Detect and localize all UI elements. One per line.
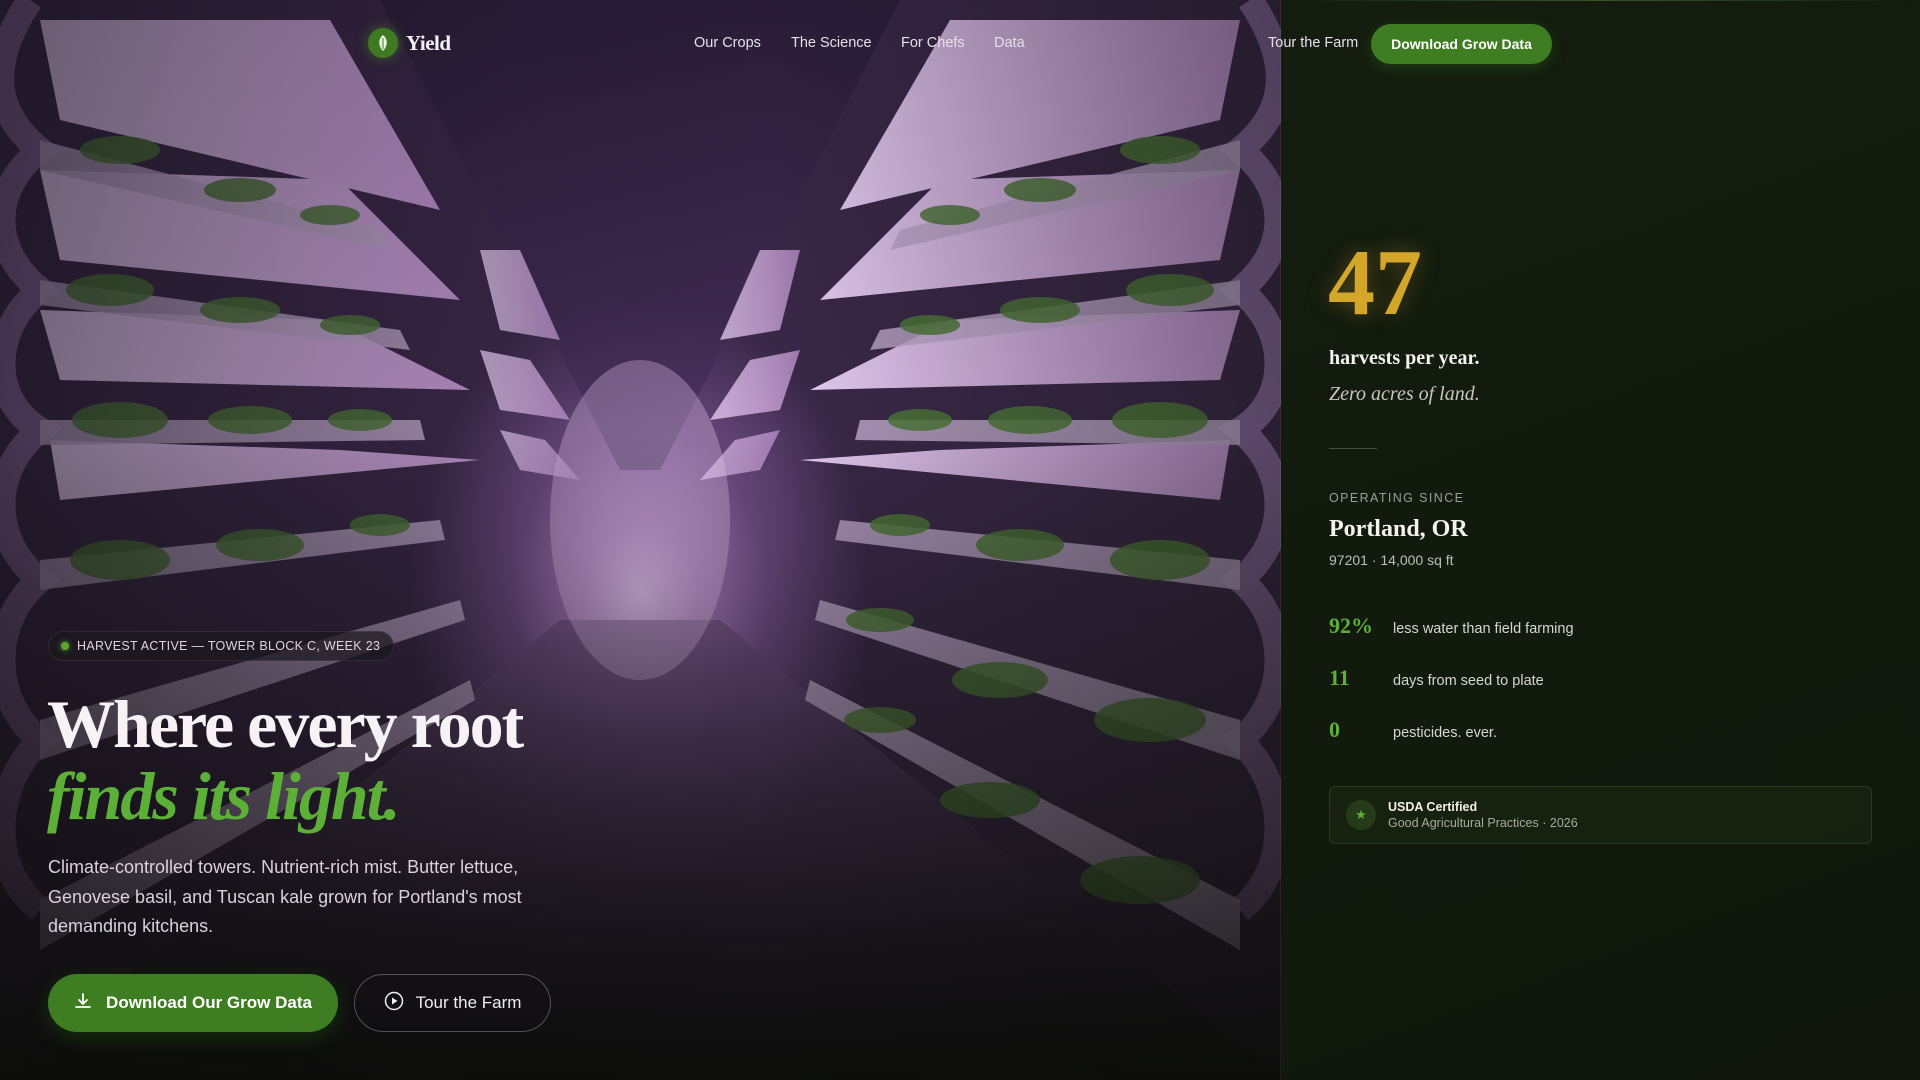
- cert-title: USDA Certified: [1388, 800, 1478, 814]
- panel-top-border: [1281, 0, 1920, 1]
- tour-farm-label: Tour the Farm: [415, 993, 522, 1012]
- download-grow-data-button[interactable]: Download Our Grow Data: [48, 974, 338, 1032]
- brand-name: Yield: [406, 30, 451, 55]
- nav-download-label: Download Grow Data: [1391, 36, 1532, 52]
- operating-since-label: OPERATING SINCE: [1329, 491, 1465, 505]
- headline-line-1: Where every root: [47, 686, 524, 762]
- stat-water: 92% less water than field farming: [1329, 613, 1574, 639]
- stat-value: 11: [1329, 665, 1350, 690]
- harvests-count: 47: [1328, 231, 1422, 335]
- hero-headline: Where every root finds its light.: [47, 686, 524, 834]
- brand-logo[interactable]: Yield: [368, 28, 451, 58]
- play-icon: [384, 991, 404, 1016]
- leaf-icon: [368, 28, 398, 58]
- cert-subtitle: Good Agricultural Practices · 2026: [1388, 816, 1578, 830]
- badge-text: HARVEST ACTIVE — TOWER BLOCK C, WEEK 23: [77, 639, 381, 653]
- location-city: Portland, OR: [1329, 516, 1468, 542]
- harvests-subtitle: Zero acres of land.: [1329, 383, 1480, 405]
- nav-the-science[interactable]: The Science: [791, 35, 872, 51]
- tour-farm-button[interactable]: Tour the Farm: [354, 974, 551, 1032]
- headline-line-2: finds its light.: [47, 758, 401, 834]
- stat-days: 11 days from seed to plate: [1329, 665, 1544, 691]
- stat-text: pesticides. ever.: [1393, 725, 1497, 741]
- stat-pesticides: 0 pesticides. ever.: [1329, 717, 1497, 743]
- download-grow-data-label: Download Our Grow Data: [106, 993, 312, 1012]
- nav-download-button[interactable]: Download Grow Data: [1371, 24, 1552, 64]
- stat-value: 0: [1329, 717, 1340, 742]
- nav-our-crops[interactable]: Our Crops: [694, 35, 761, 51]
- nav-tour-link[interactable]: Tour the Farm: [1268, 35, 1358, 51]
- harvests-label: harvests per year.: [1329, 347, 1480, 369]
- download-icon: [74, 992, 92, 1015]
- nav-for-chefs[interactable]: For Chefs: [901, 35, 965, 51]
- status-dot-icon: [61, 642, 69, 650]
- stat-value: 92%: [1329, 613, 1373, 638]
- harvest-status-badge: HARVEST ACTIVE — TOWER BLOCK C, WEEK 23: [48, 631, 395, 661]
- usda-certification-card: ★ USDA Certified Good Agricultural Pract…: [1329, 786, 1872, 844]
- section-divider: [1329, 448, 1377, 449]
- star-icon: ★: [1346, 800, 1376, 830]
- hero-description: Climate-controlled towers. Nutrient-rich…: [48, 857, 522, 936]
- stat-text: days from seed to plate: [1393, 673, 1544, 689]
- stat-text: less water than field farming: [1393, 621, 1574, 637]
- location-meta: 97201 · 14,000 sq ft: [1329, 552, 1454, 568]
- nav-data[interactable]: Data: [994, 35, 1025, 51]
